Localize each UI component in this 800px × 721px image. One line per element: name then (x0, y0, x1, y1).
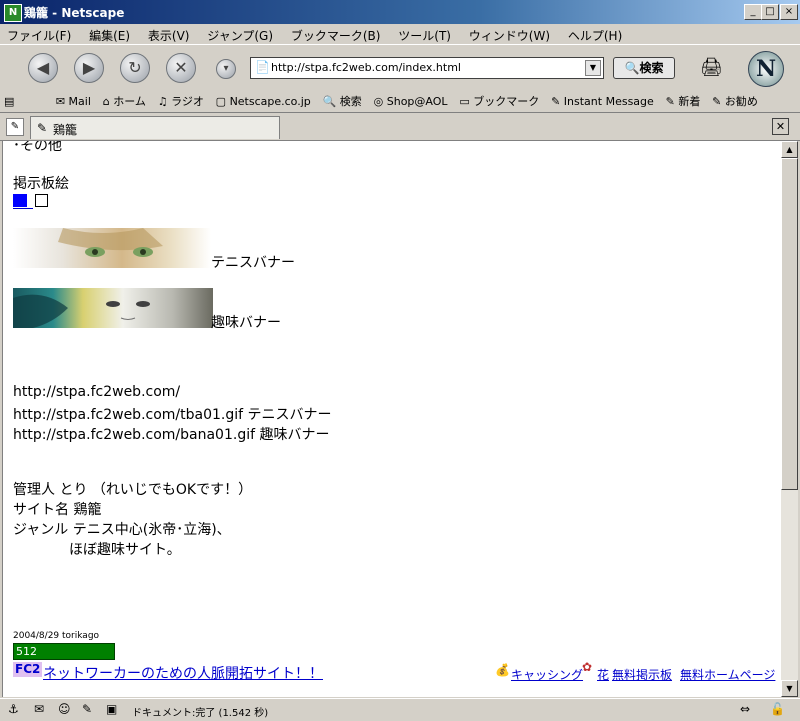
composer-icon[interactable]: ✎ (82, 702, 92, 716)
bookmark-label: ラジオ (171, 95, 204, 108)
status-bar: ⚓ ✉ ☺ ✎ ▣ ドキュメント:完了 (1.542 秒) ⇔ 🔓 (0, 698, 800, 721)
bookmark-instant-message[interactable]: ✎ Instant Message (547, 92, 658, 111)
tennis-banner-label: テニスバナー (211, 255, 295, 271)
money-bag-icon: 💰 (495, 663, 510, 677)
search-button[interactable]: 🔍検索 (613, 57, 675, 79)
tab-title: 鶏籠 (53, 123, 78, 137)
free-bbs-link[interactable]: 無料掲示板 (612, 666, 672, 683)
minimize-button[interactable]: _ (744, 4, 762, 20)
scroll-thumb[interactable] (781, 158, 798, 490)
counter-date: 2004/8/29 torikago (13, 631, 100, 641)
bookmark-shop-aol[interactable]: ◎ Shop@AOL (370, 92, 452, 111)
maximize-button[interactable]: □ (761, 4, 779, 20)
bookmark-label: Netscape.co.jp (229, 95, 311, 108)
access-counter: 512 (13, 643, 115, 660)
close-window-button[interactable]: × (780, 4, 798, 20)
vertical-scrollbar[interactable]: ▲ ▼ (781, 141, 798, 697)
flower-link[interactable]: 花 (597, 666, 609, 683)
bbs-title: 掲示板絵 (13, 176, 69, 192)
stop-button[interactable]: ✕ (166, 53, 196, 83)
status-text: ドキュメント:完了 (1.542 秒) (132, 708, 269, 719)
tab-current[interactable]: ✎ 鶏籠 (30, 116, 280, 139)
cashing-link[interactable]: キャッシング (511, 666, 583, 683)
page-icon: 📄 (255, 60, 270, 74)
bookmark-label: ホーム (113, 95, 146, 108)
personal-toolbar: ▤ ✉ Mail ⌂ ホーム ♫ ラジオ ▢ Netscape.co.jp 🔍 … (0, 90, 800, 113)
site-name-info: サイト名 鶏籠 (13, 502, 102, 518)
fc2-link[interactable]: ネットワーカーのための人脈開拓サイト！！ (43, 663, 323, 683)
bookmark-label: Mail (68, 95, 91, 108)
location-bar[interactable]: 📄 ▼ (250, 57, 604, 79)
netscape-logo: N (748, 51, 784, 87)
url-dropdown-icon[interactable]: ▼ (585, 60, 601, 76)
tennis-banner-url-text: http://stpa.fc2web.com/tba01.gif テニスバナー (13, 407, 332, 423)
search-icon: 🔍 (624, 61, 640, 75)
genre-info: ジャンル テニス中心(氷帝･立海)、 (13, 522, 231, 538)
hobby-banner-image[interactable] (13, 288, 213, 328)
tennis-banner-image[interactable] (13, 228, 211, 268)
title-bar: N 鶏籠 - Netscape _ □ × (0, 0, 800, 24)
tab-page-icon: ✎ (37, 121, 48, 135)
instant-message-icon[interactable]: ☺ (58, 702, 71, 716)
bookmark-label: Instant Message (563, 95, 654, 108)
bookmark-home[interactable]: ⌂ ホーム (99, 90, 150, 112)
page-content: ･その他 掲示板絵 テニスバナー 趣味バナー http://stpa.fc2we… (2, 141, 781, 697)
netscape-app-icon: N (4, 4, 22, 22)
scroll-up-icon[interactable]: ▲ (781, 141, 798, 158)
tab-bar: ✎ ✎ 鶏籠 ✕ (0, 113, 800, 141)
security-lock-icon[interactable]: 🔓 (770, 702, 785, 716)
site-url-text: http://stpa.fc2web.com/ (13, 384, 181, 400)
bookmark-label: Shop@AOL (386, 95, 448, 108)
reload-button[interactable]: ↻ (120, 53, 150, 83)
address-book-icon[interactable]: ▣ (106, 702, 117, 716)
close-tab-button[interactable]: ✕ (772, 118, 789, 135)
flower-icon: ✿ (582, 660, 593, 674)
bookmark-new[interactable]: ✎ 新着 (662, 90, 705, 112)
bookmark-label: 検索 (339, 95, 362, 108)
mail-icon[interactable]: ✉ (34, 702, 44, 716)
genre-info-continued: ほぼ趣味サイト。 (69, 542, 181, 558)
bbs-image-link-2[interactable] (35, 194, 48, 207)
bookmark-folder[interactable]: ▭ ブックマーク (455, 90, 543, 112)
bookmark-radio[interactable]: ♫ ラジオ (154, 90, 208, 112)
new-tab-icon[interactable]: ✎ (6, 118, 24, 136)
bookmark-search[interactable]: 🔍 検索 (319, 90, 366, 112)
link-underline (13, 208, 33, 209)
section-other-text: ･その他 (13, 141, 62, 154)
navigation-toolbar: ◀ ▶ ↻ ✕ ▾ 📄 ▼ 🔍検索 🖨 N (0, 44, 800, 92)
url-input[interactable] (271, 61, 581, 74)
bookmark-label: 新着 (678, 95, 701, 108)
toolbar-grip-icon[interactable]: ▤ (0, 92, 48, 111)
bookmark-label: お勧め (724, 95, 758, 108)
bookmark-mail[interactable]: ✉ Mail (52, 92, 95, 111)
free-homepage-link[interactable]: 無料ホームページ (680, 666, 775, 683)
bookmark-label: ブックマーク (473, 95, 540, 108)
navigator-icon[interactable]: ⚓ (8, 702, 19, 716)
search-button-label: 検索 (639, 61, 664, 75)
admin-info: 管理人 とり （れいじでもOKです！） (13, 482, 253, 498)
print-icon[interactable]: 🖨 (700, 57, 723, 78)
back-button[interactable]: ◀ (28, 53, 58, 83)
window-title: 鶏籠 - Netscape (24, 6, 125, 20)
bookmark-netscape[interactable]: ▢ Netscape.co.jp (212, 92, 315, 111)
bookmark-recommended[interactable]: ✎ お勧め (708, 90, 762, 112)
forward-button[interactable]: ▶ (74, 53, 104, 83)
menu-bar: ファイル(F) 編集(E) 表示(V) ジャンプ(G) ブックマーク(B) ツー… (0, 24, 800, 44)
fc2-logo[interactable]: FC2 (13, 662, 43, 677)
connection-icon: ⇔ (740, 702, 751, 716)
hobby-banner-url-text: http://stpa.fc2web.com/bana01.gif 趣味バナー (13, 427, 330, 443)
bbs-image-link-1[interactable] (13, 194, 27, 207)
scroll-down-icon[interactable]: ▼ (781, 680, 798, 697)
history-dropdown-button[interactable]: ▾ (216, 59, 236, 79)
hobby-banner-label: 趣味バナー (211, 315, 281, 331)
